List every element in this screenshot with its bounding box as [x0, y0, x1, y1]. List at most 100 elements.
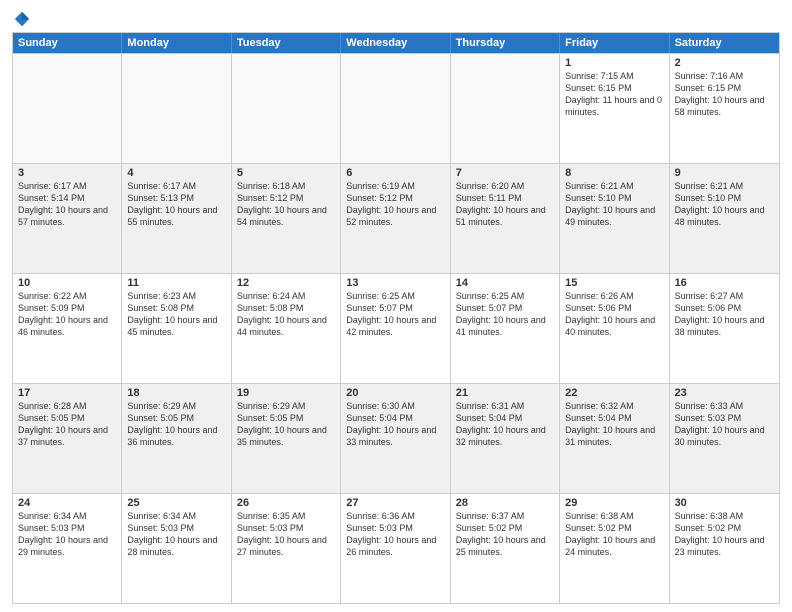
cal-cell-0-3 — [341, 54, 450, 163]
cal-cell-3-0: 17Sunrise: 6:28 AM Sunset: 5:05 PM Dayli… — [13, 384, 122, 493]
calendar-header: Sunday Monday Tuesday Wednesday Thursday… — [13, 33, 779, 53]
weekday-tuesday: Tuesday — [232, 33, 341, 53]
cal-cell-0-0 — [13, 54, 122, 163]
cal-cell-2-5: 15Sunrise: 6:26 AM Sunset: 5:06 PM Dayli… — [560, 274, 669, 383]
day-number: 7 — [456, 167, 554, 179]
cal-cell-4-1: 25Sunrise: 6:34 AM Sunset: 5:03 PM Dayli… — [122, 494, 231, 603]
cell-info: Sunrise: 6:37 AM Sunset: 5:02 PM Dayligh… — [456, 510, 554, 559]
cal-cell-1-2: 5Sunrise: 6:18 AM Sunset: 5:12 PM Daylig… — [232, 164, 341, 273]
cal-cell-3-4: 21Sunrise: 6:31 AM Sunset: 5:04 PM Dayli… — [451, 384, 560, 493]
cal-cell-4-6: 30Sunrise: 6:38 AM Sunset: 5:02 PM Dayli… — [670, 494, 779, 603]
weekday-monday: Monday — [122, 33, 231, 53]
cal-cell-1-5: 8Sunrise: 6:21 AM Sunset: 5:10 PM Daylig… — [560, 164, 669, 273]
day-number: 17 — [18, 387, 116, 399]
cell-info: Sunrise: 6:32 AM Sunset: 5:04 PM Dayligh… — [565, 400, 663, 449]
cell-info: Sunrise: 6:21 AM Sunset: 5:10 PM Dayligh… — [565, 180, 663, 229]
day-number: 27 — [346, 497, 444, 509]
cal-cell-3-6: 23Sunrise: 6:33 AM Sunset: 5:03 PM Dayli… — [670, 384, 779, 493]
weekday-sunday: Sunday — [13, 33, 122, 53]
cal-cell-0-5: 1Sunrise: 7:15 AM Sunset: 6:15 PM Daylig… — [560, 54, 669, 163]
cal-cell-1-3: 6Sunrise: 6:19 AM Sunset: 5:12 PM Daylig… — [341, 164, 450, 273]
cal-cell-3-5: 22Sunrise: 6:32 AM Sunset: 5:04 PM Dayli… — [560, 384, 669, 493]
cal-cell-2-2: 12Sunrise: 6:24 AM Sunset: 5:08 PM Dayli… — [232, 274, 341, 383]
day-number: 13 — [346, 277, 444, 289]
calendar-row-1: 3Sunrise: 6:17 AM Sunset: 5:14 PM Daylig… — [13, 163, 779, 273]
cell-info: Sunrise: 6:25 AM Sunset: 5:07 PM Dayligh… — [456, 290, 554, 339]
day-number: 22 — [565, 387, 663, 399]
cal-cell-1-0: 3Sunrise: 6:17 AM Sunset: 5:14 PM Daylig… — [13, 164, 122, 273]
weekday-friday: Friday — [560, 33, 669, 53]
cell-info: Sunrise: 6:19 AM Sunset: 5:12 PM Dayligh… — [346, 180, 444, 229]
cal-cell-3-1: 18Sunrise: 6:29 AM Sunset: 5:05 PM Dayli… — [122, 384, 231, 493]
day-number: 11 — [127, 277, 225, 289]
day-number: 10 — [18, 277, 116, 289]
day-number: 30 — [675, 497, 774, 509]
cell-info: Sunrise: 6:31 AM Sunset: 5:04 PM Dayligh… — [456, 400, 554, 449]
cell-info: Sunrise: 6:38 AM Sunset: 5:02 PM Dayligh… — [565, 510, 663, 559]
calendar-body: 1Sunrise: 7:15 AM Sunset: 6:15 PM Daylig… — [13, 53, 779, 603]
cal-cell-0-2 — [232, 54, 341, 163]
calendar-row-0: 1Sunrise: 7:15 AM Sunset: 6:15 PM Daylig… — [13, 53, 779, 163]
cell-info: Sunrise: 6:23 AM Sunset: 5:08 PM Dayligh… — [127, 290, 225, 339]
day-number: 28 — [456, 497, 554, 509]
cell-info: Sunrise: 6:21 AM Sunset: 5:10 PM Dayligh… — [675, 180, 774, 229]
cell-info: Sunrise: 6:24 AM Sunset: 5:08 PM Dayligh… — [237, 290, 335, 339]
cal-cell-3-3: 20Sunrise: 6:30 AM Sunset: 5:04 PM Dayli… — [341, 384, 450, 493]
calendar: Sunday Monday Tuesday Wednesday Thursday… — [12, 32, 780, 604]
cell-info: Sunrise: 6:29 AM Sunset: 5:05 PM Dayligh… — [237, 400, 335, 449]
cell-info: Sunrise: 6:18 AM Sunset: 5:12 PM Dayligh… — [237, 180, 335, 229]
cell-info: Sunrise: 6:34 AM Sunset: 5:03 PM Dayligh… — [18, 510, 116, 559]
cell-info: Sunrise: 6:17 AM Sunset: 5:14 PM Dayligh… — [18, 180, 116, 229]
cell-info: Sunrise: 6:28 AM Sunset: 5:05 PM Dayligh… — [18, 400, 116, 449]
cal-cell-4-4: 28Sunrise: 6:37 AM Sunset: 5:02 PM Dayli… — [451, 494, 560, 603]
day-number: 18 — [127, 387, 225, 399]
day-number: 20 — [346, 387, 444, 399]
cal-cell-1-1: 4Sunrise: 6:17 AM Sunset: 5:13 PM Daylig… — [122, 164, 231, 273]
cell-info: Sunrise: 6:30 AM Sunset: 5:04 PM Dayligh… — [346, 400, 444, 449]
cal-cell-4-2: 26Sunrise: 6:35 AM Sunset: 5:03 PM Dayli… — [232, 494, 341, 603]
day-number: 8 — [565, 167, 663, 179]
weekday-saturday: Saturday — [670, 33, 779, 53]
cell-info: Sunrise: 6:38 AM Sunset: 5:02 PM Dayligh… — [675, 510, 774, 559]
cell-info: Sunrise: 6:20 AM Sunset: 5:11 PM Dayligh… — [456, 180, 554, 229]
day-number: 2 — [675, 57, 774, 69]
cell-info: Sunrise: 6:35 AM Sunset: 5:03 PM Dayligh… — [237, 510, 335, 559]
cal-cell-4-5: 29Sunrise: 6:38 AM Sunset: 5:02 PM Dayli… — [560, 494, 669, 603]
cal-cell-4-0: 24Sunrise: 6:34 AM Sunset: 5:03 PM Dayli… — [13, 494, 122, 603]
day-number: 9 — [675, 167, 774, 179]
day-number: 24 — [18, 497, 116, 509]
cell-info: Sunrise: 6:25 AM Sunset: 5:07 PM Dayligh… — [346, 290, 444, 339]
calendar-row-2: 10Sunrise: 6:22 AM Sunset: 5:09 PM Dayli… — [13, 273, 779, 383]
cell-info: Sunrise: 7:16 AM Sunset: 6:15 PM Dayligh… — [675, 70, 774, 119]
day-number: 26 — [237, 497, 335, 509]
cal-cell-2-0: 10Sunrise: 6:22 AM Sunset: 5:09 PM Dayli… — [13, 274, 122, 383]
cell-info: Sunrise: 6:27 AM Sunset: 5:06 PM Dayligh… — [675, 290, 774, 339]
cell-info: Sunrise: 6:34 AM Sunset: 5:03 PM Dayligh… — [127, 510, 225, 559]
day-number: 25 — [127, 497, 225, 509]
day-number: 19 — [237, 387, 335, 399]
header — [12, 10, 780, 28]
day-number: 6 — [346, 167, 444, 179]
cal-cell-1-6: 9Sunrise: 6:21 AM Sunset: 5:10 PM Daylig… — [670, 164, 779, 273]
cell-info: Sunrise: 7:15 AM Sunset: 6:15 PM Dayligh… — [565, 70, 663, 119]
day-number: 4 — [127, 167, 225, 179]
cell-info: Sunrise: 6:29 AM Sunset: 5:05 PM Dayligh… — [127, 400, 225, 449]
day-number: 3 — [18, 167, 116, 179]
cell-info: Sunrise: 6:36 AM Sunset: 5:03 PM Dayligh… — [346, 510, 444, 559]
logo — [12, 10, 32, 28]
cal-cell-2-3: 13Sunrise: 6:25 AM Sunset: 5:07 PM Dayli… — [341, 274, 450, 383]
day-number: 5 — [237, 167, 335, 179]
day-number: 23 — [675, 387, 774, 399]
day-number: 29 — [565, 497, 663, 509]
day-number: 12 — [237, 277, 335, 289]
cal-cell-2-4: 14Sunrise: 6:25 AM Sunset: 5:07 PM Dayli… — [451, 274, 560, 383]
weekday-wednesday: Wednesday — [341, 33, 450, 53]
cal-cell-3-2: 19Sunrise: 6:29 AM Sunset: 5:05 PM Dayli… — [232, 384, 341, 493]
logo-icon — [13, 10, 31, 28]
day-number: 16 — [675, 277, 774, 289]
cell-info: Sunrise: 6:22 AM Sunset: 5:09 PM Dayligh… — [18, 290, 116, 339]
day-number: 21 — [456, 387, 554, 399]
weekday-thursday: Thursday — [451, 33, 560, 53]
page: Sunday Monday Tuesday Wednesday Thursday… — [0, 0, 792, 612]
cal-cell-0-6: 2Sunrise: 7:16 AM Sunset: 6:15 PM Daylig… — [670, 54, 779, 163]
